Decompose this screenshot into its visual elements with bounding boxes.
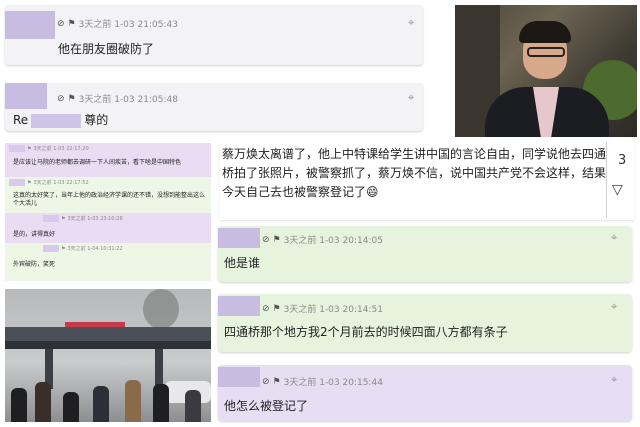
block-icon[interactable]: ⊘	[57, 19, 65, 29]
timestamp: 3天之前 1-03 21:05:43	[78, 20, 178, 30]
message-text: 他在朋友圈破防了	[58, 42, 155, 56]
timestamp: 3天之前 1-04 10:31:22	[67, 246, 123, 252]
photo-person	[125, 380, 141, 422]
chat-card-5: ⊘ ⚑ 3天之前 1-03 20:15:44 ⌖ 他怎么被登记了	[218, 365, 632, 421]
block-icon[interactable]: ⊘	[262, 304, 270, 314]
flag-icon[interactable]: ⚑	[273, 235, 281, 245]
chat-card-3: ⊘ ⚑ 3天之前 1-03 20:14:05 ⌖ 他是谁	[218, 226, 632, 282]
message-prefix: Re	[13, 113, 29, 127]
photo-person	[35, 382, 51, 422]
crosshair-icon[interactable]: ⌖	[611, 373, 617, 387]
photo-bridge-underside	[5, 341, 211, 349]
list-item: ⚑ 3天之前 1-04 10:31:22 外宾破防，笑死	[5, 243, 211, 281]
chat-card-2: ⊘ ⚑ 3天之前 1-03 21:05:48 ⌖ Re 尊的	[5, 83, 423, 131]
flag-icon: ⚑	[27, 179, 32, 186]
mini-meta: ⚑ 3天之前 1-03 22:17:52	[9, 179, 89, 186]
crosshair-icon[interactable]: ⌖	[408, 16, 414, 30]
mini-text: 这真的太好笑了，当年上他的政治经济学课的还不错，没想到能整出这么个大活儿	[13, 192, 206, 207]
flag-icon[interactable]: ⚑	[273, 304, 281, 314]
timestamp: 3天之前 1-03 23:10:28	[67, 216, 123, 222]
mini-meta: ⚑ 3天之前 1-04 10:31:22	[43, 245, 123, 252]
message-text: 他是谁	[224, 256, 261, 270]
avatar	[43, 245, 59, 252]
flag-icon: ⚑	[27, 145, 32, 152]
message-text: 他怎么被登记了	[224, 399, 309, 413]
block-icon[interactable]: ⊘	[262, 235, 270, 245]
list-item: ⚑ 3天之前 1-03 23:10:28 是的，讲得真好	[5, 213, 211, 243]
photo-bridge	[5, 327, 211, 341]
divider	[606, 142, 607, 218]
mini-text: 是的，讲得真好	[13, 231, 56, 238]
list-item: ⚑ 3天之前 1-03 22:17:20 是应该让马院的老师都去调研一下人间疾苦，…	[5, 143, 211, 177]
photo-pillar	[155, 349, 163, 389]
message-suffix: 尊的	[84, 113, 109, 127]
list-item: ⚑ 3天之前 1-03 22:17:52 这真的太好笑了，当年上他的政治经济学课的…	[5, 177, 211, 213]
avatar	[218, 367, 260, 387]
avatar	[43, 215, 59, 222]
crosshair-icon[interactable]: ⌖	[408, 91, 414, 105]
flag-icon: ⚑	[61, 245, 66, 252]
flag-icon[interactable]: ⚑	[68, 94, 76, 104]
avatar	[5, 83, 47, 109]
timestamp: 3天之前 1-03 22:17:52	[33, 180, 89, 186]
avatar	[5, 11, 55, 39]
timestamp: 3天之前 1-03 20:14:51	[283, 305, 383, 315]
timestamp: 3天之前 1-03 21:05:48	[78, 95, 178, 105]
message-meta: ⊘ ⚑ 3天之前 1-03 20:14:05	[262, 233, 383, 247]
photo-person	[11, 388, 27, 422]
flag-icon: ⚑	[61, 215, 66, 222]
block-icon[interactable]: ⊘	[262, 377, 270, 387]
reply-count-badge: 3	[618, 153, 627, 168]
flag-icon[interactable]: ⚑	[68, 19, 76, 29]
crosshair-icon[interactable]: ⌖	[611, 231, 617, 245]
mini-meta: ⚑ 3天之前 1-03 23:10:28	[43, 215, 123, 222]
collage-root: ⊘ ⚑ 3天之前 1-03 21:05:43 ⌖ 他在朋友圈破防了 ⊘ ⚑ 3天…	[0, 0, 640, 427]
photo-smoke	[143, 289, 179, 329]
street-photo	[5, 289, 211, 422]
message-meta: ⊘ ⚑ 3天之前 1-03 20:14:51	[262, 302, 383, 316]
message-text: 四通桥那个地方我2个月前去的时候四面八方都有条子	[224, 325, 508, 339]
chat-card-1: ⊘ ⚑ 3天之前 1-03 21:05:43 ⌖ 他在朋友圈破防了	[5, 5, 423, 65]
avatar	[218, 296, 260, 316]
chat-card-4: ⊘ ⚑ 3天之前 1-03 20:14:51 ⌖ 四通桥那个地方我2个月前去的时…	[218, 294, 632, 352]
photo-person	[153, 384, 169, 422]
avatar	[9, 179, 25, 186]
photo-person	[185, 390, 201, 422]
chevron-down-icon[interactable]: ▽	[612, 182, 623, 198]
mini-text: 外宾破防，笑死	[13, 261, 56, 268]
timestamp: 3天之前 1-03 20:14:05	[283, 236, 383, 246]
message-meta: ⊘ ⚑ 3天之前 1-03 21:05:43	[57, 17, 178, 31]
photo-person	[93, 386, 109, 422]
block-icon[interactable]: ⊘	[57, 94, 65, 104]
big-message-text: 蔡万焕太离谱了，他上中特课给学生讲中国的言论自由，同学说他去四通桥拍了张照片，被…	[222, 147, 607, 199]
avatar	[218, 228, 260, 248]
timestamp: 3天之前 1-03 22:17:20	[33, 146, 89, 152]
message-meta: ⊘ ⚑ 3天之前 1-03 20:15:44	[262, 375, 383, 389]
photo-person	[63, 392, 79, 422]
mini-meta: ⚑ 3天之前 1-03 22:17:20	[9, 145, 89, 152]
mini-chat-log: ⚑ 3天之前 1-03 22:17:20 是应该让马院的老师都去调研一下人间疾苦，…	[5, 143, 211, 281]
message-text: Re 尊的	[13, 111, 108, 128]
message-meta: ⊘ ⚑ 3天之前 1-03 21:05:48	[57, 92, 178, 106]
photo-glasses	[527, 47, 565, 57]
redacted-name	[31, 113, 82, 128]
portrait-photo	[455, 5, 637, 137]
avatar	[9, 145, 25, 152]
timestamp: 3天之前 1-03 20:15:44	[283, 378, 383, 388]
flag-icon[interactable]: ⚑	[273, 377, 281, 387]
photo-hair	[519, 21, 571, 43]
crosshair-icon[interactable]: ⌖	[611, 300, 617, 314]
mini-text: 是应该让马院的老师都去调研一下人间疾苦，看下啥是中国特色	[13, 159, 182, 166]
